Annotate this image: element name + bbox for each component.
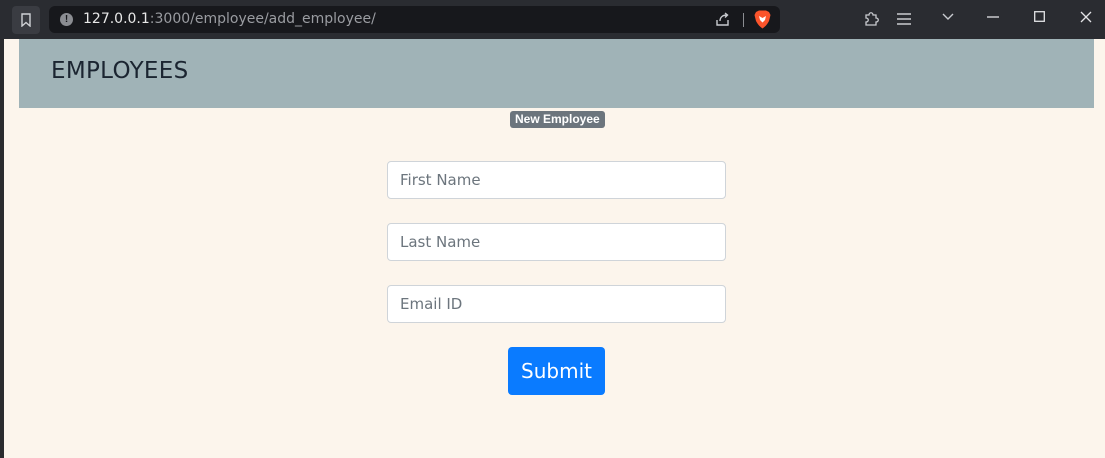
bookmark-icon	[21, 13, 31, 27]
browser-toolbar: ! 127.0.0.1:3000/employee/add_employee/	[0, 0, 1105, 39]
submit-button[interactable]: Submit	[508, 347, 605, 395]
address-bar[interactable]: ! 127.0.0.1:3000/employee/add_employee/	[49, 6, 780, 33]
url-host: 127.0.0.1	[83, 11, 150, 27]
url-separator	[743, 13, 744, 27]
menu-icon[interactable]	[896, 12, 912, 26]
maximize-icon[interactable]	[1034, 11, 1045, 22]
first-name-input[interactable]	[387, 161, 726, 199]
url-path: :3000/employee/add_employee/	[149, 11, 376, 27]
close-icon[interactable]	[1080, 11, 1092, 23]
email-input[interactable]	[387, 285, 726, 323]
brave-lion-icon[interactable]	[754, 10, 771, 29]
page-viewport: EMPLOYEES New Employee Submit	[4, 39, 1105, 458]
minimize-icon[interactable]	[987, 16, 999, 18]
info-icon[interactable]: !	[60, 13, 73, 26]
share-icon[interactable]	[715, 11, 731, 27]
page-header: EMPLOYEES	[19, 39, 1094, 108]
chevron-down-icon[interactable]	[941, 12, 955, 22]
page-title: EMPLOYEES	[51, 58, 189, 84]
url-text[interactable]: 127.0.0.1:3000/employee/add_employee/	[83, 11, 376, 27]
last-name-input[interactable]	[387, 223, 726, 261]
bookmark-button[interactable]	[12, 6, 40, 34]
new-employee-badge: New Employee	[510, 111, 605, 128]
extensions-icon[interactable]	[863, 10, 880, 27]
